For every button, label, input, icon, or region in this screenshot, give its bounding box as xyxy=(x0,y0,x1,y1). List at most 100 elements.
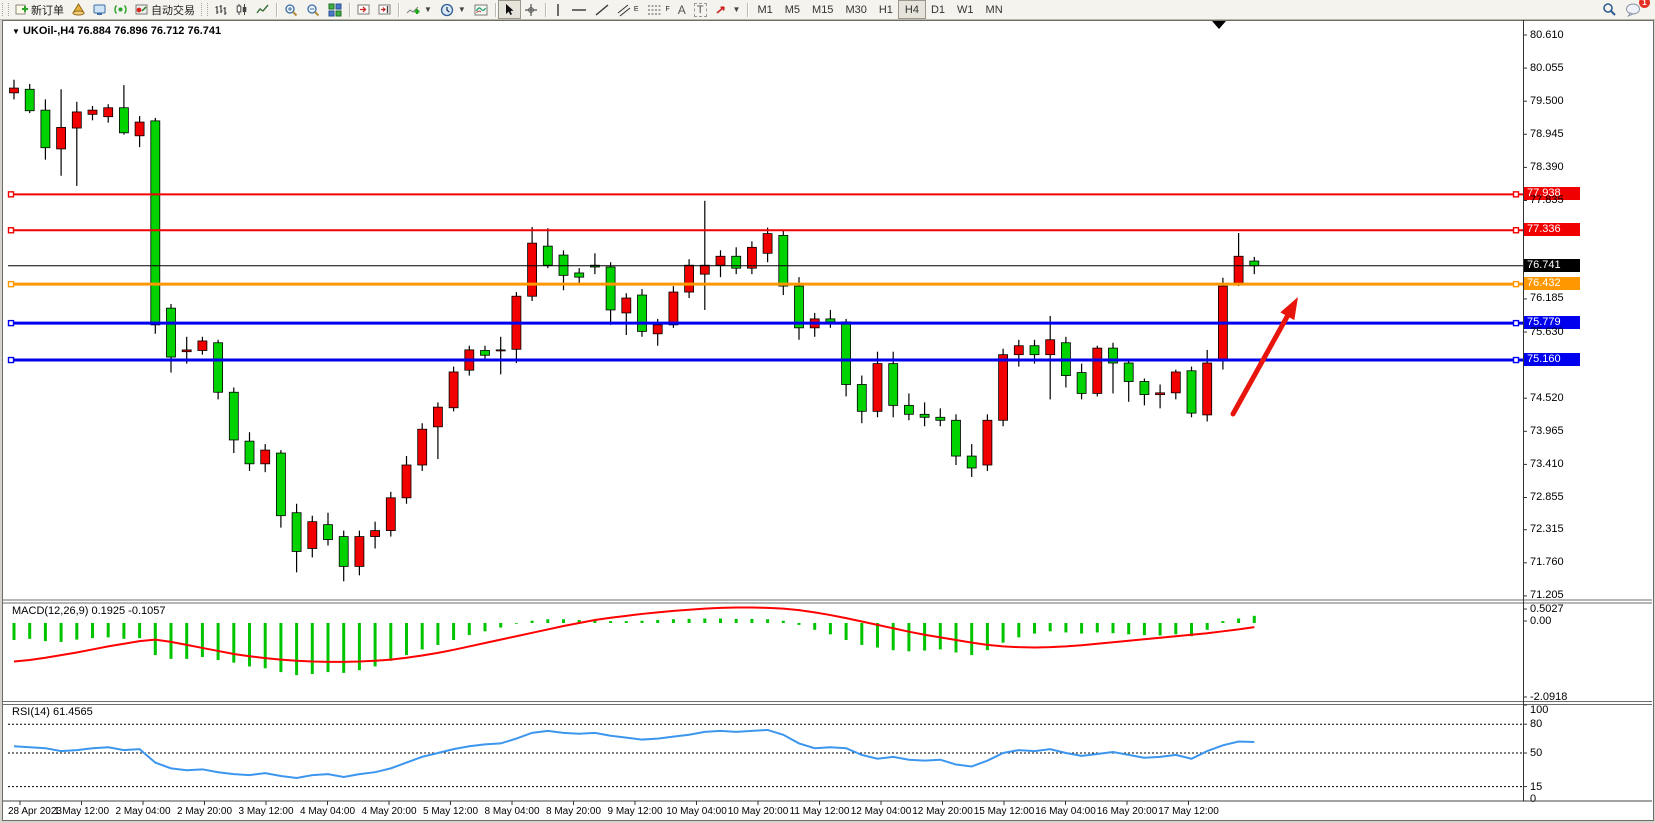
rsi-indicator-label: RSI(14) 61.4565 xyxy=(12,706,93,718)
date-axis-label: 9 May 12:00 xyxy=(607,806,662,817)
periods-button[interactable]: ▼ xyxy=(436,1,470,18)
mt4-terminal: { "toolbar": { "new_order_label": "新订单",… xyxy=(0,0,1655,823)
templates-button[interactable] xyxy=(470,1,492,18)
market-watch-button[interactable] xyxy=(68,1,89,18)
vertical-line-tool-button[interactable] xyxy=(549,1,567,18)
text-tool-icon: A xyxy=(678,3,686,17)
timeframe-h4-button[interactable]: H4 xyxy=(899,1,925,18)
chart-shift-button[interactable] xyxy=(374,1,395,18)
candlestick-icon xyxy=(235,3,248,16)
timeframe-m1-button[interactable]: M1 xyxy=(751,1,778,18)
tile-windows-button[interactable] xyxy=(324,1,346,18)
templates-icon xyxy=(474,3,488,17)
fibonacci-tag: F xyxy=(666,6,670,13)
timeframe-m5-button[interactable]: M5 xyxy=(779,1,806,18)
price-axis-label: 79.500 xyxy=(1530,95,1564,107)
price-axis-label: 75.630 xyxy=(1530,326,1564,338)
text-label-icon: T xyxy=(694,3,707,17)
indicators-icon xyxy=(406,3,420,17)
autotrading-icon xyxy=(135,3,148,16)
channel-tool-button[interactable]: E xyxy=(613,1,643,18)
timeframe-m30-button[interactable]: M30 xyxy=(839,1,872,18)
price-axis-label: 78.390 xyxy=(1530,161,1564,173)
toolbar-grip[interactable] xyxy=(201,3,208,16)
new-order-icon xyxy=(15,3,28,16)
signal-icon xyxy=(114,3,127,16)
macd-indicator-label: MACD(12,26,9) 0.1925 -0.1057 xyxy=(12,605,165,617)
price-level-label: 77.336 xyxy=(1524,223,1580,236)
date-axis-label: 8 May 04:00 xyxy=(484,806,539,817)
timeframe-d1-button[interactable]: D1 xyxy=(925,1,951,18)
price-level-label: 75.160 xyxy=(1524,353,1580,366)
price-axis-label: 71.760 xyxy=(1530,556,1564,568)
rsi-axis-label: 0 xyxy=(1530,793,1536,805)
date-axis-label: 12 May 20:00 xyxy=(912,806,973,817)
toolbar-grip[interactable] xyxy=(2,3,9,16)
horizontal-line-tool-button[interactable] xyxy=(567,1,591,18)
rsi-axis-label: 100 xyxy=(1530,704,1548,716)
bar-chart-mode-button[interactable] xyxy=(210,1,231,18)
date-axis-label: 10 May 20:00 xyxy=(728,806,789,817)
search-button[interactable] xyxy=(1598,1,1621,18)
timeframe-w1-button[interactable]: W1 xyxy=(951,1,980,18)
fibonacci-tool-button[interactable]: F xyxy=(643,1,674,18)
terminal-icon xyxy=(93,3,106,16)
collapse-triangle-icon[interactable]: ▼ xyxy=(12,27,20,36)
line-chart-mode-button[interactable] xyxy=(252,1,273,18)
new-order-button[interactable]: 新订单 xyxy=(11,1,68,18)
auto-scroll-button[interactable] xyxy=(353,1,374,18)
autotrading-button[interactable]: 自动交易 xyxy=(131,1,199,18)
timeframe-m15-button[interactable]: M15 xyxy=(806,1,839,18)
trendline-tool-button[interactable] xyxy=(591,1,613,18)
date-axis-label: 16 May 04:00 xyxy=(1035,806,1096,817)
toolbar-separator xyxy=(276,3,277,17)
channel-icon xyxy=(617,3,631,17)
date-axis-label: 17 May 12:00 xyxy=(1158,806,1219,817)
zoom-out-icon xyxy=(306,3,320,17)
macd-axis-label: 0.5027 xyxy=(1530,603,1564,615)
price-axis-label: 80.055 xyxy=(1530,62,1564,74)
dropdown-caret-icon: ▼ xyxy=(424,5,432,14)
signals-button[interactable] xyxy=(110,1,131,18)
crosshair-tool-button[interactable] xyxy=(520,1,542,18)
timeframe-h1-button[interactable]: H1 xyxy=(873,1,899,18)
shapes-tool-button[interactable]: ▼ xyxy=(711,1,745,18)
chart-window[interactable] xyxy=(2,20,1654,821)
date-axis-label: 11 May 12:00 xyxy=(790,806,850,817)
auto-scroll-icon xyxy=(357,3,370,16)
dropdown-caret-icon: ▼ xyxy=(733,5,741,14)
line-chart-icon xyxy=(256,3,269,16)
zoom-out-button[interactable] xyxy=(302,1,324,18)
date-axis-label: 3 May 12:00 xyxy=(238,806,293,817)
terminal-button[interactable] xyxy=(89,1,110,18)
date-axis-label: 8 May 20:00 xyxy=(546,806,601,817)
channel-tag: E xyxy=(634,6,639,13)
horizontal-line-icon xyxy=(571,3,587,17)
price-axis-label: 80.610 xyxy=(1530,29,1564,41)
date-axis-label: 15 May 12:00 xyxy=(974,806,1035,817)
macd-axis-label: -2.0918 xyxy=(1530,691,1567,703)
date-axis-label: 2 May 20:00 xyxy=(177,806,232,817)
zoom-in-button[interactable] xyxy=(280,1,302,18)
candlestick-mode-button[interactable] xyxy=(231,1,252,18)
chart-shift-icon xyxy=(378,3,391,16)
timeframe-mn-button[interactable]: MN xyxy=(980,1,1009,18)
toolbar-separator xyxy=(398,3,399,17)
text-tool-button[interactable]: A xyxy=(674,1,690,18)
tile-windows-icon xyxy=(328,3,342,17)
cursor-tool-button[interactable] xyxy=(499,1,520,18)
date-axis-label: 10 May 04:00 xyxy=(666,806,727,817)
price-axis-label: 77.835 xyxy=(1530,194,1564,206)
trendline-icon xyxy=(595,3,609,17)
price-axis-label: 72.315 xyxy=(1530,523,1564,535)
text-label-tool-button[interactable]: T xyxy=(690,1,711,18)
rsi-axis-label: 50 xyxy=(1530,747,1542,759)
macd-axis-label: 0.00 xyxy=(1530,615,1551,627)
date-axis-label: 4 May 04:00 xyxy=(300,806,355,817)
indicators-button[interactable]: ▼ xyxy=(402,1,436,18)
main-toolbar: 新订单 自动交易 ▼ ▼ E F A T ▼ M1 M5 M15 M30 H1 … xyxy=(0,0,1655,20)
price-level-label: 76.432 xyxy=(1524,277,1580,290)
date-axis-label: 2 May 04:00 xyxy=(115,806,170,817)
toolbar-separator xyxy=(495,3,496,17)
notifications-button[interactable]: 1 xyxy=(1621,1,1645,18)
